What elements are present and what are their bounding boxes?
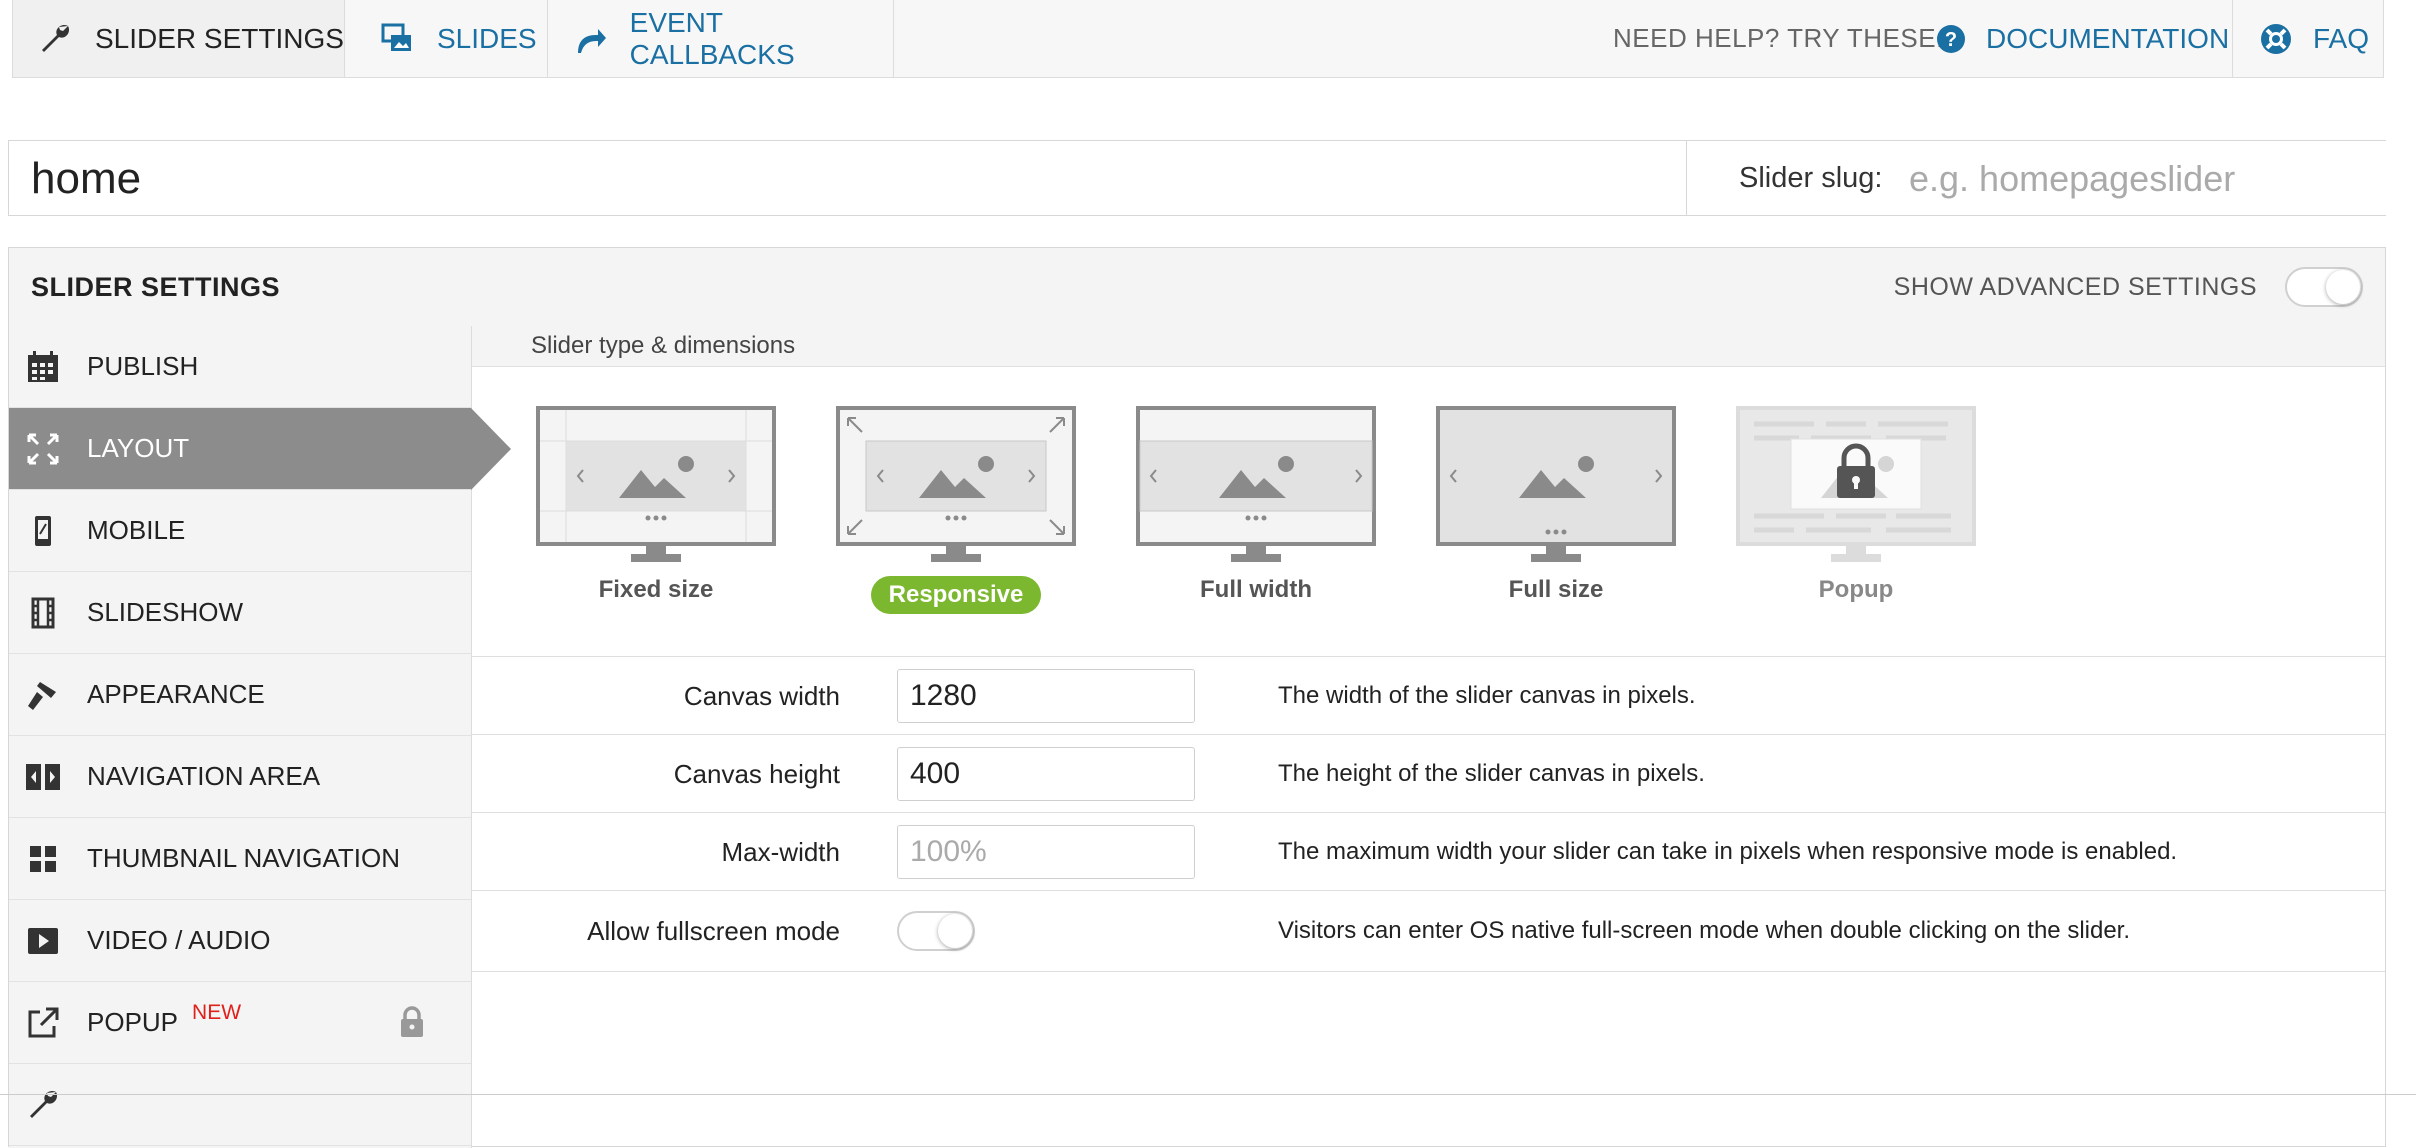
calendar-icon (23, 347, 63, 387)
faq-link[interactable]: FAQ (2259, 0, 2369, 77)
tab-slides[interactable]: SLIDES (345, 0, 548, 77)
faq-label: FAQ (2313, 22, 2370, 54)
top-tab-bar: SLIDER SETTINGS SLIDES EVENT CALLBACKS N… (12, 0, 2384, 78)
navigation-arrows-icon (23, 757, 63, 797)
monitor-popup-locked-icon (1736, 406, 1976, 562)
section-header: Slider type & dimensions (472, 326, 2385, 367)
sidebar-item-mobile[interactable]: MOBILE (9, 490, 471, 572)
sidebar-item-label: POPUP (87, 1007, 179, 1037)
new-badge: NEW (192, 1000, 242, 1024)
max-width-input[interactable] (897, 825, 1195, 879)
slider-type-full-width[interactable]: Full width (1136, 406, 1376, 603)
sidebar-item-popup[interactable]: POPUP NEW (9, 982, 471, 1064)
max-width-label: Max-width (721, 837, 840, 867)
section-title: Slider type & dimensions (531, 332, 796, 359)
slider-type-label: Full size (1508, 576, 1604, 603)
monitor-responsive-icon (836, 406, 1076, 562)
monitor-full-width-icon (1136, 406, 1376, 562)
slider-type-label: Fixed size (598, 576, 714, 603)
wrench-icon (35, 19, 75, 59)
canvas-height-input[interactable] (897, 747, 1195, 801)
slider-type-label: Full width (1200, 576, 1312, 603)
sidebar-item-thumbnail-navigation[interactable]: THUMBNAIL NAVIGATION (9, 818, 471, 900)
canvas-width-row: Canvas width The width of the slider can… (472, 656, 2385, 735)
toggle-knob (2326, 270, 2360, 304)
settings-sidebar: PUBLISH LAYOUT MOBILE SLIDESHOW APPEARAN… (9, 326, 511, 1148)
slider-name-row: Slider slug: (8, 140, 2387, 217)
sidebar-item-navigation-area[interactable]: NAVIGATION AREA (9, 736, 471, 818)
sidebar-item-slideshow[interactable]: SLIDESHOW (9, 572, 471, 654)
slider-type-label: Responsive (836, 576, 1076, 614)
panel-header: SLIDER SETTINGS SHOW ADVANCED SETTINGS (9, 248, 2385, 327)
mobile-phone-icon (23, 511, 63, 551)
max-width-help: The maximum width your slider can take i… (1278, 838, 2178, 865)
panel-title: SLIDER SETTINGS (31, 272, 281, 302)
play-icon (23, 921, 63, 961)
divider (2232, 0, 2233, 77)
canvas-width-input[interactable] (897, 669, 1195, 723)
film-strip-icon (23, 593, 63, 633)
tab-label: SLIDES (437, 22, 537, 54)
sidebar-item-label: LAYOUT (87, 433, 190, 463)
sidebar-item-label: THUMBNAIL NAVIGATION (87, 843, 400, 873)
wrench-icon (23, 1085, 63, 1125)
sidebar-item-label: MOBILE (87, 515, 186, 545)
slug-input[interactable] (1907, 141, 2371, 217)
fullscreen-help: Visitors can enter OS native full-screen… (1278, 917, 2131, 944)
layout-settings-content: Slider type & dimensions Fixed size Resp… (472, 326, 2385, 1148)
tab-event-callbacks[interactable]: EVENT CALLBACKS (548, 0, 894, 77)
canvas-width-label: Canvas width (683, 681, 840, 711)
canvas-height-help: The height of the slider canvas in pixel… (1278, 760, 1705, 787)
slug-label: Slider slug: (1739, 162, 1883, 194)
sidebar-item-layout[interactable]: LAYOUT (9, 408, 511, 490)
slider-settings-panel: SLIDER SETTINGS SHOW ADVANCED SETTINGS P… (8, 247, 2386, 1148)
max-width-row: Max-width The maximum width your slider … (472, 812, 2385, 891)
sidebar-item-label: APPEARANCE (87, 679, 265, 709)
advanced-settings-toggle[interactable] (2285, 267, 2363, 307)
fullscreen-label: Allow fullscreen mode (587, 916, 840, 946)
lock-icon (399, 1006, 425, 1045)
selected-pill: Responsive (870, 576, 1042, 614)
sidebar-item-label: SLIDESHOW (87, 597, 244, 627)
tab-slider-settings[interactable]: SLIDER SETTINGS (13, 0, 345, 77)
help-text: NEED HELP? TRY THESE: (1613, 23, 1944, 53)
sidebar-item-label: VIDEO / AUDIO (87, 925, 271, 955)
canvas-height-row: Canvas height The height of the slider c… (472, 734, 2385, 813)
external-link-icon (23, 1003, 63, 1043)
slider-type-popup[interactable]: Popup (1736, 406, 1976, 603)
tab-label: SLIDER SETTINGS (95, 22, 344, 54)
sidebar-item-label: PUBLISH (87, 351, 199, 381)
slides-icon (377, 19, 417, 59)
slider-type-full-size[interactable]: Full size (1436, 406, 1676, 603)
monitor-fixed-size-icon (536, 406, 776, 562)
sidebar-item-publish[interactable]: PUBLISH (9, 326, 471, 408)
monitor-full-size-icon (1436, 406, 1676, 562)
slug-box: Slider slug: (1686, 141, 2387, 217)
slider-type-label: Popup (1818, 576, 1894, 603)
sidebar-item-video-audio[interactable]: VIDEO / AUDIO (9, 900, 471, 982)
advanced-settings-label: SHOW ADVANCED SETTINGS (1893, 273, 2257, 301)
slider-type-fixed-size[interactable]: Fixed size (536, 406, 776, 603)
canvas-width-help: The width of the slider canvas in pixels… (1278, 682, 1696, 709)
documentation-label: DOCUMENTATION (1986, 22, 2230, 54)
redo-arrow-icon (570, 19, 610, 59)
slider-name-input[interactable] (29, 141, 1673, 217)
sidebar-item-more[interactable] (9, 1064, 471, 1146)
grid-icon (23, 839, 63, 879)
question-circle-icon: ? (1936, 24, 1966, 54)
svg-text:?: ? (1945, 29, 1957, 51)
fullscreen-toggle[interactable] (897, 911, 975, 951)
tab-label: EVENT CALLBACKS (629, 6, 795, 70)
documentation-link[interactable]: ? DOCUMENTATION (1936, 0, 2229, 77)
lifebuoy-icon (2259, 22, 2293, 56)
toggle-knob (938, 914, 972, 948)
sidebar-item-label: NAVIGATION AREA (87, 761, 321, 791)
canvas-height-label: Canvas height (673, 759, 840, 789)
resize-arrows-icon (23, 429, 63, 469)
slider-type-responsive[interactable]: Responsive (836, 406, 1076, 614)
brush-icon (23, 675, 63, 715)
sidebar-item-appearance[interactable]: APPEARANCE (9, 654, 471, 736)
window-bottom-edge (0, 1094, 2416, 1095)
fullscreen-row: Allow fullscreen mode Visitors can enter… (472, 890, 2385, 972)
